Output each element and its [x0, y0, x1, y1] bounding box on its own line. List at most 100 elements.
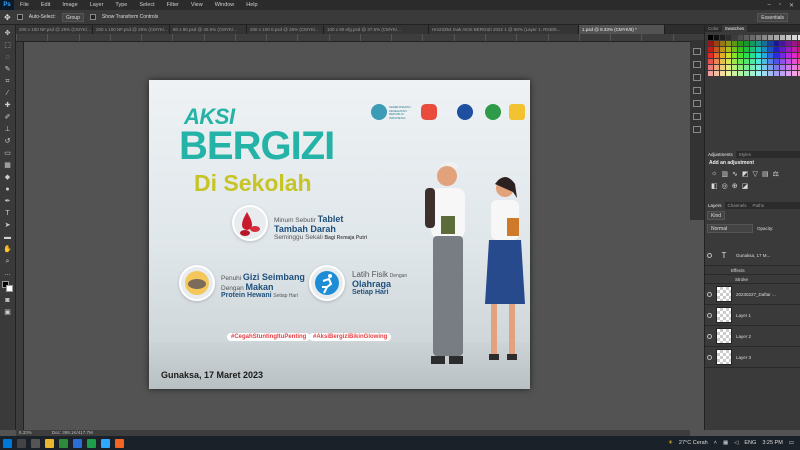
swatch-cell[interactable]: [738, 65, 743, 70]
blend-mode-dropdown[interactable]: Normal: [707, 224, 753, 233]
menu-image[interactable]: Image: [56, 2, 83, 8]
hue-saturation-icon[interactable]: ▤: [762, 170, 769, 178]
eraser-tool-icon[interactable]: ▭: [3, 149, 13, 158]
menu-type[interactable]: Type: [109, 2, 133, 8]
swatch-cell[interactable]: [738, 71, 743, 76]
swatch-cell[interactable]: [720, 47, 725, 52]
swatches-grid[interactable]: [705, 32, 800, 79]
swatch-cell[interactable]: [768, 35, 773, 40]
swatch-cell[interactable]: [762, 53, 767, 58]
swatch-cell[interactable]: [750, 65, 755, 70]
swatch-cell[interactable]: [732, 35, 737, 40]
swatch-cell[interactable]: [792, 65, 797, 70]
language-indicator[interactable]: ENG: [744, 440, 756, 446]
swatch-cell[interactable]: [714, 35, 719, 40]
swatch-cell[interactable]: [780, 59, 785, 64]
swatch-cell[interactable]: [726, 71, 731, 76]
doc-tab[interactable]: 200 x 100 0.psd @ 25% (CMYK/...: [247, 25, 324, 34]
swatch-cell[interactable]: [762, 71, 767, 76]
swatch-cell[interactable]: [792, 71, 797, 76]
document-canvas[interactable]: AKSI BERGIZI Di Sekolah KEMENTERIAN KESE…: [149, 80, 530, 389]
swatch-cell[interactable]: [714, 41, 719, 46]
swatch-cell[interactable]: [750, 53, 755, 58]
swatch-cell[interactable]: [720, 53, 725, 58]
swatch-cell[interactable]: [792, 53, 797, 58]
hand-tool-icon[interactable]: ✋: [3, 245, 13, 254]
swatch-cell[interactable]: [714, 59, 719, 64]
swatch-cell[interactable]: [738, 35, 743, 40]
swatch-cell[interactable]: [726, 65, 731, 70]
swatch-cell[interactable]: [732, 59, 737, 64]
move-tool-icon[interactable]: ✥: [4, 13, 11, 22]
swatch-cell[interactable]: [780, 47, 785, 52]
doc-tab[interactable]: 100 x 80 efg.psd @ 37.6% (CMYK/...: [324, 25, 429, 34]
volume-icon[interactable]: ◁: [734, 440, 738, 446]
workspace-dropdown[interactable]: Essentials: [757, 12, 788, 22]
doc-tab-active[interactable]: 1.psd @ 8.33% (CMYK/8) *: [579, 25, 665, 34]
swatch-cell[interactable]: [756, 47, 761, 52]
swatch-cell[interactable]: [756, 53, 761, 58]
menu-file[interactable]: File: [14, 2, 35, 8]
swatch-cell[interactable]: [726, 41, 731, 46]
close-icon[interactable]: ✕: [789, 2, 794, 9]
info-panel-icon[interactable]: [693, 113, 701, 120]
swatch-cell[interactable]: [732, 47, 737, 52]
swatch-cell[interactable]: [744, 53, 749, 58]
swatch-cell[interactable]: [786, 65, 791, 70]
layer-row[interactable]: Layer 1: [705, 305, 800, 326]
menu-view[interactable]: View: [185, 2, 209, 8]
brush-tool-icon[interactable]: ✐: [3, 113, 13, 122]
tab-color[interactable]: Color: [705, 25, 722, 32]
menu-select[interactable]: Select: [133, 2, 160, 8]
swatch-cell[interactable]: [774, 59, 779, 64]
swatch-cell[interactable]: [786, 41, 791, 46]
swatch-cell[interactable]: [726, 35, 731, 40]
illustrator-taskbar-icon[interactable]: [115, 438, 124, 448]
swatch-cell[interactable]: [726, 47, 731, 52]
swatch-cell[interactable]: [762, 35, 767, 40]
tab-layers[interactable]: Layers: [705, 202, 725, 209]
swatch-cell[interactable]: [774, 53, 779, 58]
swatch-cell[interactable]: [708, 71, 713, 76]
start-icon[interactable]: [3, 438, 12, 448]
swatch-cell[interactable]: [732, 53, 737, 58]
swatch-cell[interactable]: [744, 47, 749, 52]
swatch-cell[interactable]: [780, 35, 785, 40]
dodge-tool-icon[interactable]: ●: [3, 185, 13, 194]
path-select-icon[interactable]: ➤: [3, 221, 13, 230]
swatch-cell[interactable]: [714, 65, 719, 70]
layer-stroke-row[interactable]: Stroke: [705, 275, 800, 284]
excel-icon[interactable]: [87, 438, 96, 448]
auto-select-checkbox[interactable]: [16, 14, 23, 20]
doc-tab[interactable]: 200 x 100 NF.psd @ 25% (CMYK/...: [16, 25, 93, 34]
actions-panel-icon[interactable]: [693, 126, 701, 133]
screen-mode-icon[interactable]: ▣: [3, 308, 13, 317]
swatch-cell[interactable]: [714, 47, 719, 52]
swatch-cell[interactable]: [774, 65, 779, 70]
swatch-cell[interactable]: [744, 71, 749, 76]
eyedropper-tool-icon[interactable]: ⁄: [3, 89, 13, 98]
swatch-cell[interactable]: [774, 35, 779, 40]
swatch-cell[interactable]: [720, 65, 725, 70]
photo-filter-icon[interactable]: ◎: [722, 182, 728, 190]
swatch-cell[interactable]: [768, 41, 773, 46]
swatch-cell[interactable]: [708, 59, 713, 64]
swatch-cell[interactable]: [792, 41, 797, 46]
swatch-cell[interactable]: [750, 35, 755, 40]
layer-row[interactable]: 20230227_Daftar ...: [705, 284, 800, 305]
tab-channels[interactable]: Channels: [725, 202, 750, 209]
history-panel-icon[interactable]: [693, 48, 701, 55]
swatch-cell[interactable]: [714, 53, 719, 58]
swatch-cell[interactable]: [762, 59, 767, 64]
swatch-cell[interactable]: [744, 41, 749, 46]
swatch-cell[interactable]: [768, 65, 773, 70]
swatch-cell[interactable]: [726, 59, 731, 64]
swatch-cell[interactable]: [714, 71, 719, 76]
swatch-cell[interactable]: [780, 71, 785, 76]
swatch-cell[interactable]: [756, 71, 761, 76]
layer-row[interactable]: T Gunaksa, 17 M...: [705, 245, 800, 266]
swatch-cell[interactable]: [792, 47, 797, 52]
swatch-cell[interactable]: [744, 65, 749, 70]
swatch-cell[interactable]: [738, 53, 743, 58]
swatch-cell[interactable]: [762, 65, 767, 70]
